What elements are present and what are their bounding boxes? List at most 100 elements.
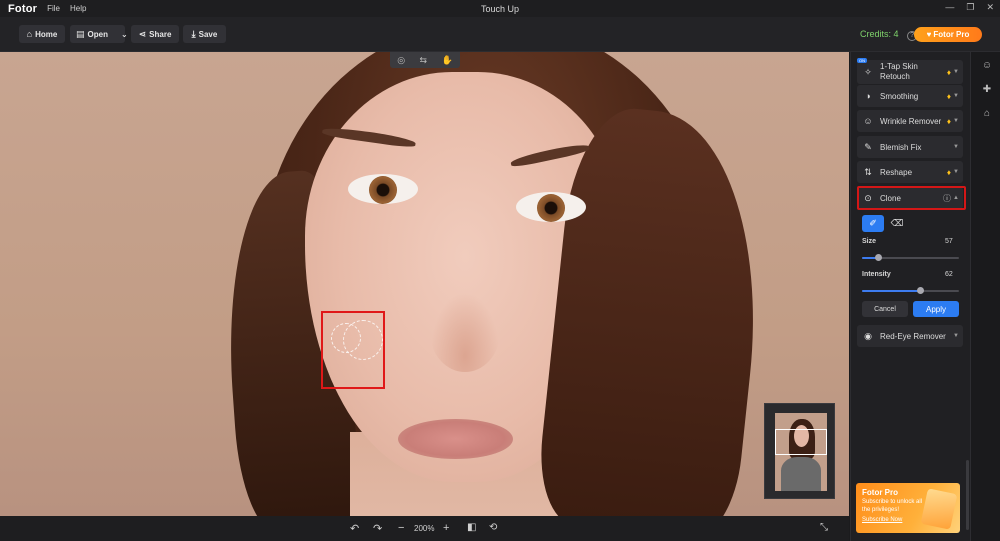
premium-gem-icon: ♦ — [946, 91, 951, 101]
home-icon: ⌂ — [26, 29, 33, 39]
eraser-button[interactable]: ⌫ — [886, 215, 908, 232]
canvas-mini-toolbar: ◎ ⇆ ✋ — [390, 52, 460, 68]
heart-icon: ♥ — [926, 30, 932, 39]
panel-scrollbar[interactable] — [966, 460, 969, 530]
share-label: Share — [149, 29, 172, 39]
makeup-icon[interactable]: ⌂ — [981, 108, 993, 120]
window-controls: — ❐ ✕ — [945, 2, 994, 13]
premium-gem-icon: ♦ — [946, 67, 951, 77]
zoom-value: 200% — [414, 524, 435, 533]
promo-title: Fotor Pro — [862, 488, 898, 497]
undo-icon[interactable]: ↶ — [350, 522, 359, 535]
right-rail: ☺ ✚ ⌂ — [970, 52, 1000, 541]
compare-icon[interactable]: ⇆ — [420, 55, 428, 66]
save-label: Save — [198, 29, 218, 39]
restore-icon[interactable]: ❐ — [966, 2, 974, 13]
clone-brush-circle[interactable] — [343, 320, 383, 360]
main-toolbar: ⌂ Home ▤ Open ⌄ ⋖ Share ⤓ Save Credits: … — [0, 17, 1000, 52]
photo-nose — [430, 292, 500, 372]
credits-label: Credits: 4 — [860, 29, 899, 39]
intensity-slider[interactable] — [862, 287, 959, 294]
credits-display: Credits: 4 ? — [860, 29, 918, 41]
intensity-slider-fill — [862, 290, 921, 292]
open-label: Open — [87, 29, 108, 39]
photo-lips — [398, 419, 513, 459]
history-icon[interactable]: ⟲ — [489, 522, 497, 533]
share-button[interactable]: ⋖ Share — [131, 25, 179, 43]
fotor-pro-promo[interactable]: Fotor Pro Subscribe to unlock all the pr… — [856, 483, 960, 533]
promo-subtitle: Subscribe to unlock all the privileges! — [862, 499, 923, 513]
on-badge: ON — [857, 58, 867, 63]
zoom-in-icon[interactable]: + — [443, 522, 449, 534]
title-bar: Fotor File Help Touch Up — ❐ ✕ — [0, 0, 1000, 17]
download-icon: ⤓ — [191, 28, 196, 39]
eye-icon: ◉ — [864, 330, 872, 341]
intensity-value: 62 — [945, 271, 953, 278]
file-icon: ▤ — [76, 28, 85, 39]
eye-icon[interactable]: ◎ — [397, 55, 405, 66]
window-title: Touch Up — [480, 3, 520, 14]
apply-button[interactable]: Apply — [913, 301, 959, 317]
tool-smoothing[interactable]: ◑ Smoothing ♦ ▼ — [857, 85, 963, 107]
hand-icon[interactable]: ✋ — [442, 55, 453, 66]
compare-split-icon[interactable]: ◧ — [467, 522, 476, 533]
premium-gem-icon: ♦ — [946, 116, 951, 126]
clone-tool-highlight — [857, 186, 966, 210]
eraser-icon: ⌫ — [890, 218, 904, 228]
brush-icon: ✐ — [869, 218, 877, 228]
share-icon: ⋖ — [138, 28, 147, 39]
tool-wrinkle-remover[interactable]: ☺ Wrinkle Remover ♦ ▼ — [857, 110, 963, 132]
zoom-out-icon[interactable]: − — [398, 522, 404, 534]
subscribe-link[interactable]: Subscribe Now — [862, 517, 902, 523]
chevron-down-icon: ▼ — [953, 118, 959, 124]
pro-label: Fotor Pro — [933, 30, 970, 39]
chevron-down-icon: ▼ — [953, 69, 959, 75]
bandage-icon[interactable]: ✚ — [981, 84, 993, 96]
menu-help[interactable]: Help — [70, 4, 86, 13]
save-button[interactable]: ⤓ Save — [183, 25, 226, 43]
fit-screen-icon[interactable]: ⤡ — [820, 522, 828, 533]
reshape-icon: ⇅ — [864, 166, 872, 177]
home-button[interactable]: ⌂ Home — [19, 25, 65, 43]
skin-retouch-icon: ✧ — [864, 66, 872, 77]
photo-eye-left — [348, 174, 418, 204]
open-button[interactable]: ▤ Open ⌄ — [70, 25, 128, 43]
chevron-down-icon: ▼ — [953, 333, 959, 339]
navigator-viewport-frame[interactable] — [775, 429, 827, 455]
photo-eye-right — [516, 192, 586, 222]
close-icon[interactable]: ✕ — [986, 2, 994, 13]
size-slider-knob[interactable] — [874, 254, 882, 261]
cancel-button[interactable]: Cancel — [862, 301, 908, 317]
minimize-icon[interactable]: — — [945, 2, 954, 13]
size-label: Size — [862, 238, 877, 245]
chevron-down-icon[interactable]: ⌄ — [121, 30, 128, 39]
chevron-down-icon: ▼ — [953, 169, 959, 175]
tool-1-tap-skin-retouch[interactable]: ✧ 1-Tap Skin Retouch ON ♦ ▼ — [857, 58, 963, 84]
size-value: 57 — [945, 238, 953, 245]
chevron-down-icon: ▼ — [953, 93, 959, 99]
touch-up-icon[interactable]: ☺ — [981, 60, 993, 72]
menu-file[interactable]: File — [47, 4, 60, 13]
size-slider[interactable] — [862, 254, 959, 261]
tool-label: Smoothing — [880, 91, 919, 101]
tool-label: Red-Eye Remover — [880, 331, 946, 341]
tool-label: Wrinkle Remover — [880, 116, 942, 126]
fotor-pro-button[interactable]: ♥ Fotor Pro — [914, 27, 982, 42]
intensity-slider-knob[interactable] — [916, 287, 924, 294]
tool-label: 1-Tap Skin Retouch — [880, 62, 918, 81]
chevron-down-icon: ▼ — [953, 144, 959, 150]
intensity-label: Intensity — [862, 271, 891, 278]
redo-icon[interactable]: ↷ — [373, 522, 382, 535]
wrinkle-icon: ☺ — [863, 116, 873, 126]
promo-illustration — [920, 488, 958, 530]
tool-reshape[interactable]: ⇅ Reshape ♦ ▼ — [857, 161, 963, 183]
clone-brush-button[interactable]: ✐ — [862, 215, 884, 232]
premium-gem-icon: ♦ — [946, 167, 951, 177]
tool-blemish-fix[interactable]: ✎ Blemish Fix ▼ — [857, 136, 963, 158]
blemish-icon: ✎ — [864, 141, 872, 152]
bottom-bar: ↶ ↷ − 200% + ◧ ⟲ ⤡ — [0, 516, 849, 541]
home-label: Home — [35, 29, 58, 39]
tool-label: Reshape — [880, 167, 913, 177]
photo-canvas[interactable]: ◎ ⇆ ✋ — [0, 52, 849, 516]
tool-red-eye-remover[interactable]: ◉ Red-Eye Remover ▼ — [857, 325, 963, 347]
